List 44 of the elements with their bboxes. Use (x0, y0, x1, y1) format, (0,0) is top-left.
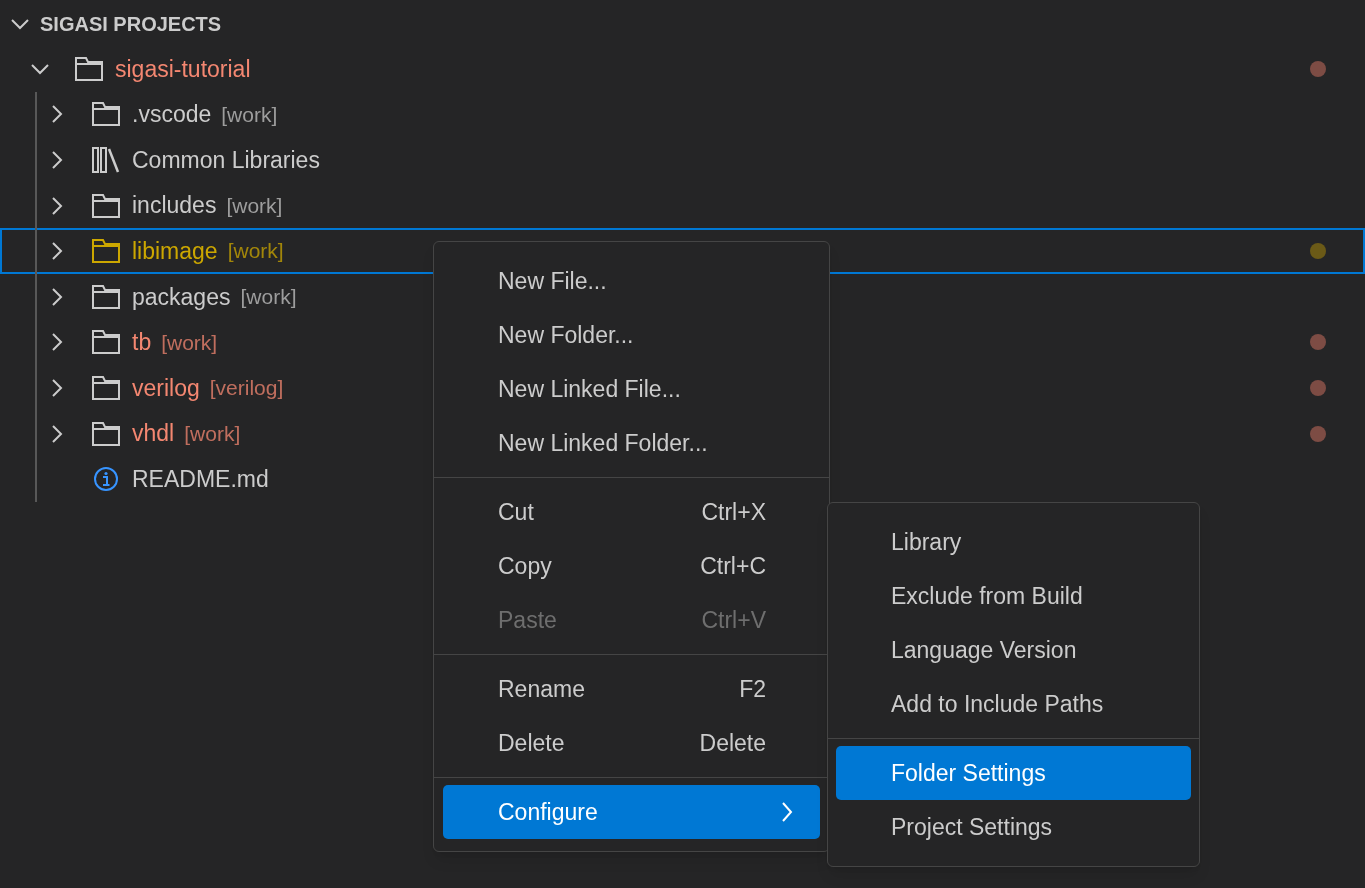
tree-item[interactable]: Common Libraries (0, 137, 1365, 183)
library-tag: [work] (161, 326, 218, 359)
folder-icon (91, 192, 121, 219)
menu-item[interactable]: New Linked File... (443, 362, 820, 416)
menu-item[interactable]: Delete Delete (443, 716, 820, 770)
menu-item[interactable]: Library (836, 515, 1191, 569)
folder-icon (91, 420, 121, 447)
folder-icon (91, 374, 121, 401)
menu-item[interactable]: New Folder... (443, 308, 820, 362)
folder-icon (91, 329, 121, 356)
info-icon (93, 466, 119, 493)
item-label: README.md (132, 464, 269, 494)
menu-item[interactable]: Configure (443, 785, 820, 839)
tree-item[interactable]: includes [work] (0, 182, 1365, 229)
tree-item[interactable]: .vscode [work] (0, 91, 1365, 138)
tree-item[interactable]: sigasi-tutorial (0, 46, 1365, 92)
menu-item[interactable]: Folder Settings (836, 746, 1191, 800)
menu-item[interactable]: Rename F2 (443, 662, 820, 716)
item-label: Common Libraries (132, 145, 320, 175)
item-label: sigasi-tutorial (115, 54, 251, 84)
item-label: verilog (132, 373, 200, 403)
item-label: .vscode (132, 100, 212, 130)
library-icon (91, 146, 121, 174)
item-label: vhdl (132, 419, 175, 449)
folder-icon (91, 101, 121, 128)
item-label: libimage (132, 236, 218, 266)
folder-icon (74, 55, 104, 82)
item-label: tb (132, 328, 152, 358)
library-tag: [work] (227, 235, 284, 267)
library-tag: [work] (226, 189, 283, 222)
folder-icon (91, 238, 121, 265)
menu-item[interactable]: Language Version (836, 623, 1191, 677)
folder-icon (91, 283, 121, 310)
menu-item[interactable]: Project Settings (836, 800, 1191, 854)
menu-item[interactable]: Exclude from Build (836, 569, 1191, 623)
library-tag: [verilog] (209, 372, 284, 404)
menu-item[interactable]: Copy Ctrl+C (443, 539, 820, 593)
panel-title: SIGASI PROJECTS (40, 12, 222, 37)
menu-item[interactable]: Add to Include Paths (836, 677, 1191, 731)
library-tag: [work] (240, 281, 297, 313)
item-label: includes (132, 191, 217, 221)
item-label: packages (132, 282, 231, 312)
library-tag: [work] (184, 417, 241, 450)
library-tag: [work] (221, 98, 278, 131)
